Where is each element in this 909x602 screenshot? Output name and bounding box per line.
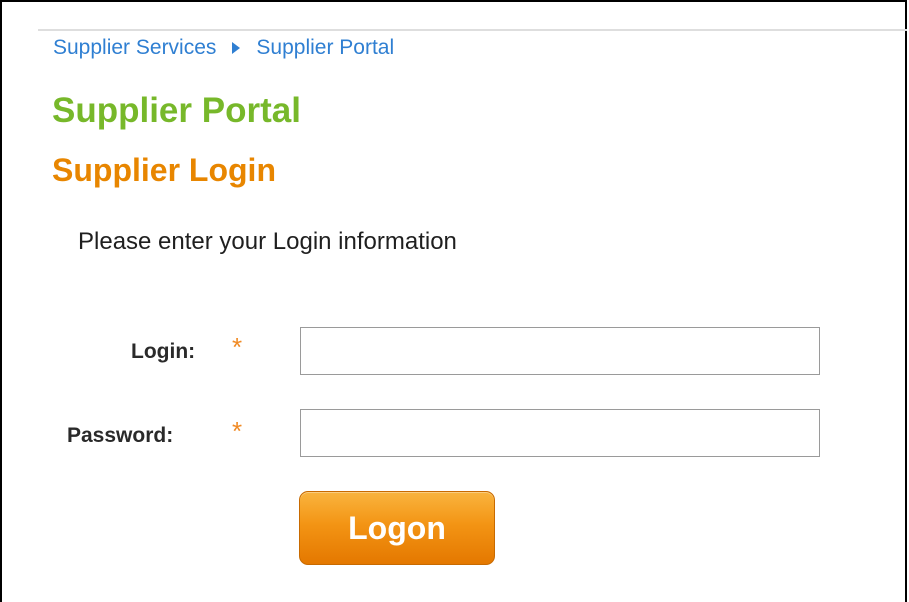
breadcrumb-link-supplier-portal[interactable]: Supplier Portal <box>256 36 394 60</box>
login-input[interactable] <box>300 327 820 375</box>
triangle-right-icon <box>232 42 241 54</box>
header-divider <box>38 29 907 31</box>
section-title: Supplier Login <box>52 152 276 188</box>
breadcrumb: Supplier Services Supplier Portal <box>53 36 394 60</box>
breadcrumb-link-supplier-services[interactable]: Supplier Services <box>53 36 216 60</box>
page-title: Supplier Portal <box>52 91 301 130</box>
logon-button[interactable]: Logon <box>299 491 495 565</box>
login-label: Login: <box>131 340 196 363</box>
login-instructions: Please enter your Login information <box>78 228 457 255</box>
required-asterisk-icon: * <box>232 416 243 446</box>
password-label: Password: <box>67 424 174 447</box>
required-asterisk-icon: * <box>232 332 243 362</box>
password-input[interactable] <box>300 409 820 457</box>
